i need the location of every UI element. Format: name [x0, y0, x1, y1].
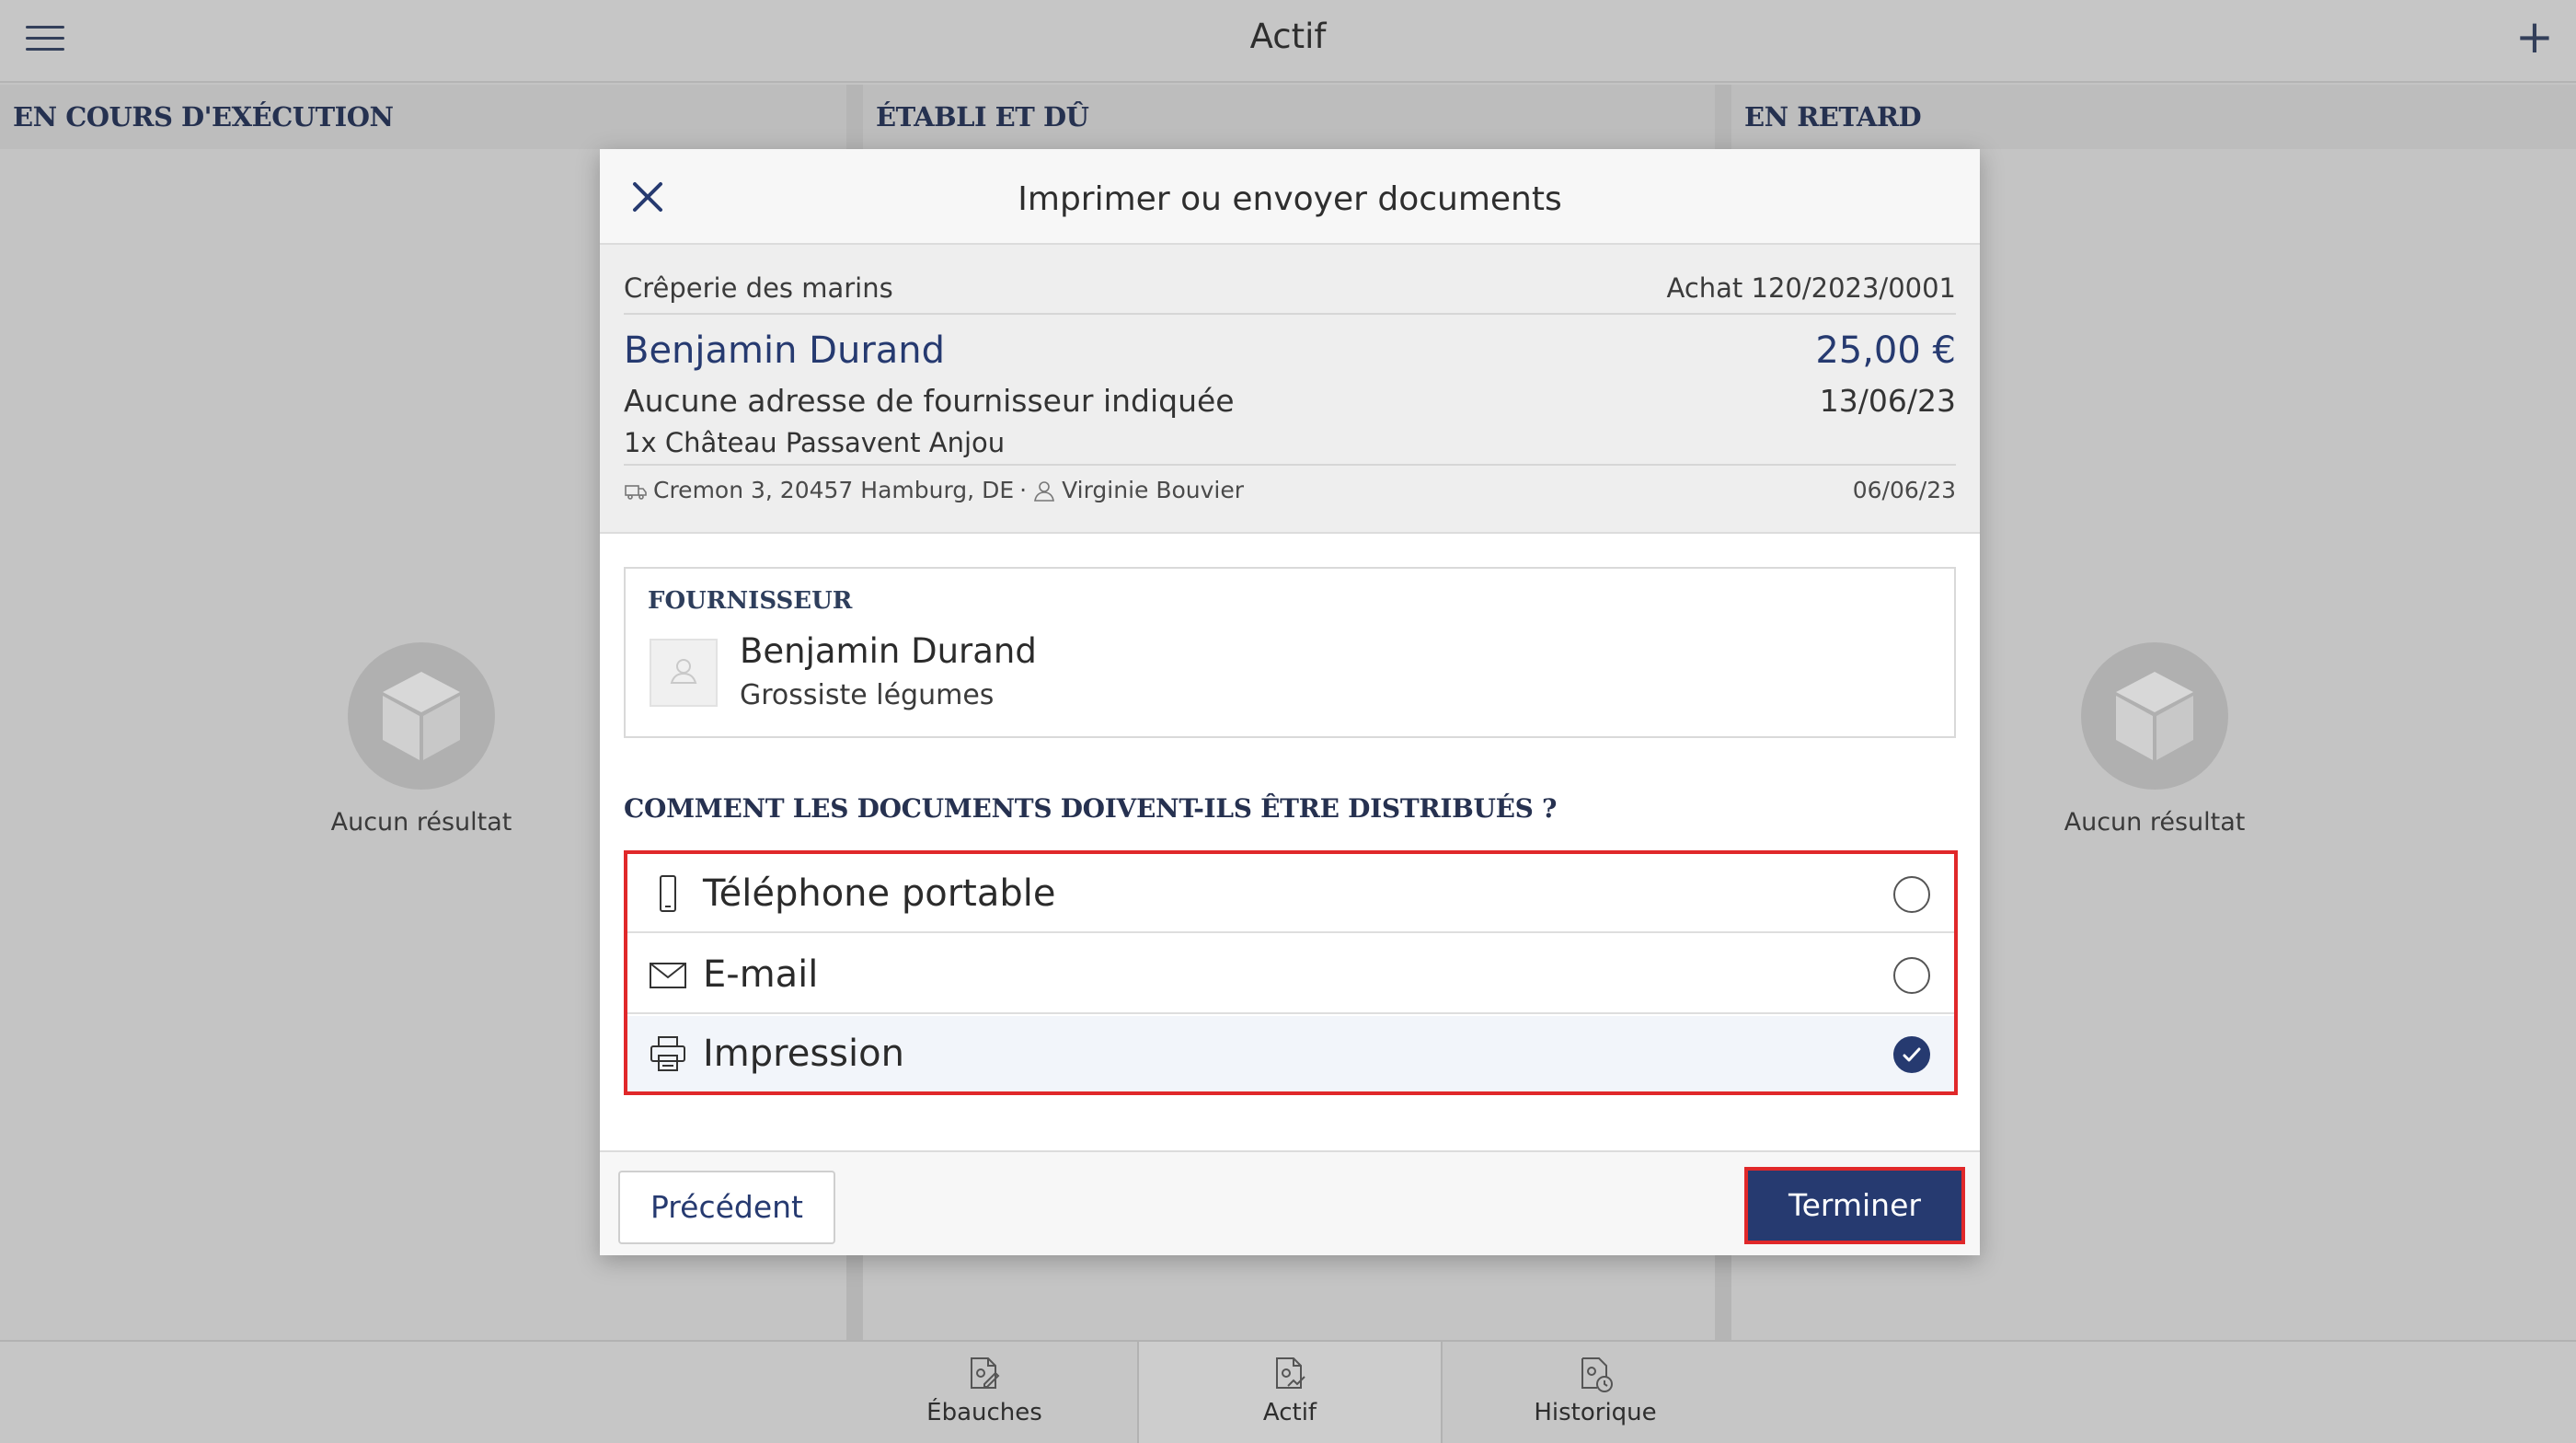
restaurant-name: Crêperie des marins — [624, 272, 893, 304]
empty-box-icon — [348, 642, 495, 790]
radio-button[interactable] — [1893, 876, 1930, 913]
nav-label: Actif — [1262, 1399, 1317, 1426]
column-header: EN COURS D'EXÉCUTION — [0, 85, 846, 149]
previous-button[interactable]: Précédent — [618, 1171, 835, 1244]
option-email[interactable]: E-mail — [627, 935, 1954, 1014]
supplier-card-name: Benjamin Durand — [740, 631, 1037, 671]
supplier-name: Benjamin Durand — [624, 329, 946, 372]
order-amount: 25,00 € — [1815, 329, 1956, 372]
meta-separator: · — [1019, 477, 1028, 503]
mobile-phone-icon — [648, 873, 688, 914]
print-send-dialog: Imprimer ou envoyer documents Crêperie d… — [600, 149, 1980, 1255]
order-summary: Crêperie des marins Achat 120/2023/0001 … — [600, 245, 1980, 534]
order-reference: Achat 120/2023/0001 — [1666, 272, 1956, 304]
empty-label: Aucun résultat — [2064, 808, 2246, 837]
option-label: E-mail — [703, 953, 819, 996]
plus-icon[interactable]: + — [2512, 11, 2558, 63]
empty-box-icon — [2081, 642, 2228, 790]
option-print[interactable]: Impression — [627, 1016, 1954, 1091]
summary-header-row: Crêperie des marins Achat 120/2023/0001 — [624, 260, 1956, 315]
page-title: Actif — [1249, 17, 1327, 56]
user-icon — [1034, 480, 1055, 502]
empty-label: Aucun résultat — [330, 808, 512, 837]
option-label: Impression — [703, 1033, 904, 1075]
option-mobile-phone[interactable]: Téléphone portable — [627, 854, 1954, 933]
supplier-section-header: FOURNISSEUR — [648, 587, 853, 615]
envelope-icon — [648, 954, 688, 995]
bottom-navigation: Ébauches Actif Historique — [0, 1340, 2576, 1443]
location-text: Cremon 3, 20457 Hamburg, DE — [653, 477, 1015, 503]
order-item: 1x Château Passavent Anjou — [624, 427, 1006, 458]
delivery-location-icon — [625, 484, 647, 500]
nav-label: Historique — [1534, 1399, 1657, 1426]
summary-meta-row: Cremon 3, 20457 Hamburg, DE · Virginie B… — [624, 464, 1956, 519]
history-icon — [1575, 1353, 1616, 1393]
dialog-footer: Précédent Terminer — [600, 1150, 1980, 1255]
drafts-icon — [964, 1353, 1005, 1393]
dialog-header: Imprimer ou envoyer documents — [600, 149, 1980, 245]
radio-button[interactable] — [1893, 957, 1930, 994]
supplier-avatar — [650, 639, 718, 707]
column-header: EN RETARD — [1731, 85, 2576, 149]
empty-state: Aucun résultat — [2026, 642, 2283, 837]
empty-state: Aucun résultat — [293, 642, 550, 837]
active-icon — [1270, 1353, 1310, 1393]
top-bar: Actif + — [0, 0, 2576, 83]
created-date: 06/06/23 — [1852, 477, 1956, 503]
supplier-card-type: Grossiste légumes — [740, 679, 995, 711]
nav-history[interactable]: Historique — [1443, 1342, 1748, 1443]
supplier-card[interactable]: FOURNISSEUR Benjamin Durand Grossiste lé… — [624, 567, 1956, 738]
distribution-question: COMMENT LES DOCUMENTS DOIVENT-ILS ÊTRE D… — [624, 793, 1558, 824]
user-name: Virginie Bouvier — [1062, 477, 1245, 503]
printer-icon — [648, 1033, 688, 1074]
column-header: ÉTABLI ET DÛ — [863, 85, 1715, 149]
nav-drafts[interactable]: Ébauches — [832, 1342, 1137, 1443]
dialog-title: Imprimer ou envoyer documents — [1018, 180, 1562, 218]
radio-button-checked[interactable] — [1893, 1036, 1930, 1073]
option-label: Téléphone portable — [703, 872, 1056, 915]
finish-button[interactable]: Terminer — [1744, 1167, 1965, 1244]
nav-active[interactable]: Actif — [1137, 1342, 1443, 1443]
order-date: 13/06/23 — [1819, 383, 1956, 419]
address-note: Aucune adresse de fournisseur indiquée — [624, 383, 1235, 419]
distribution-options: Téléphone portable E-mail Impression — [624, 850, 1958, 1095]
nav-label: Ébauches — [926, 1399, 1042, 1426]
